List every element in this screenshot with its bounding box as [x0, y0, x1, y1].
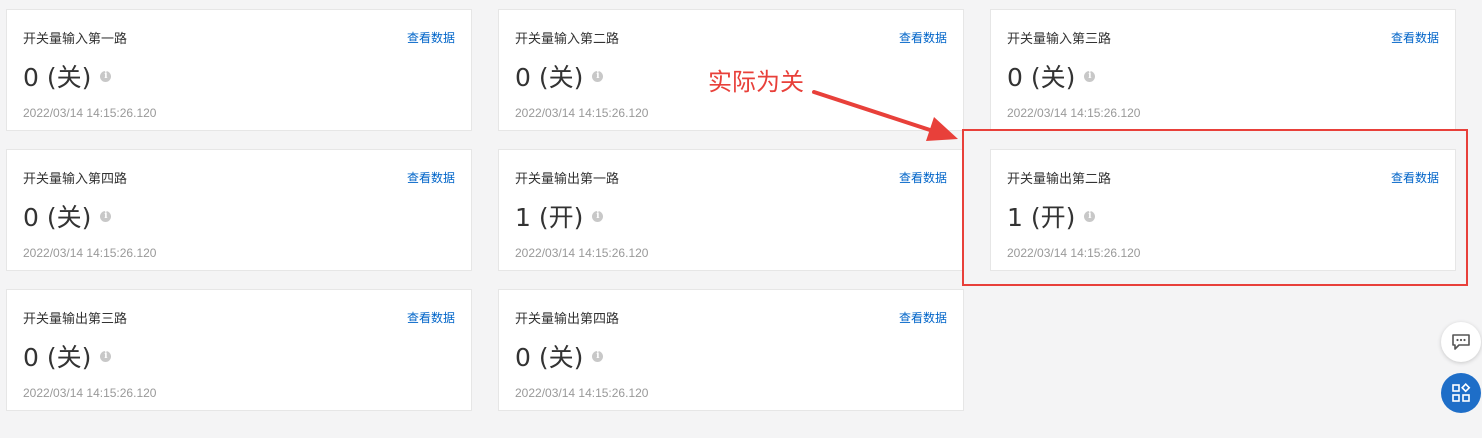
card-input-1: 开关量输入第一路 查看数据 0 (关) i 2022/03/14 14:15:2…	[6, 9, 472, 131]
card-timestamp: 2022/03/14 14:15:26.120	[515, 106, 649, 120]
value-text: 0 (关)	[23, 63, 92, 92]
card-timestamp: 2022/03/14 14:15:26.120	[23, 106, 157, 120]
highlight-box	[962, 129, 1468, 286]
info-icon[interactable]: i	[592, 210, 604, 222]
card-output-4: 开关量输出第四路 查看数据 0 (关) i 2022/03/14 14:15:2…	[498, 289, 964, 411]
info-icon[interactable]: i	[100, 350, 112, 362]
chat-button[interactable]	[1441, 322, 1481, 362]
card-title: 开关量输入第四路	[23, 172, 128, 187]
card-timestamp: 2022/03/14 14:15:26.120	[515, 246, 649, 260]
card-value: 0 (关) i	[23, 198, 112, 234]
info-icon[interactable]: i	[592, 70, 604, 82]
card-value: 0 (关) i	[515, 58, 604, 94]
apps-button[interactable]	[1441, 373, 1481, 413]
card-title: 开关量输入第二路	[515, 32, 620, 47]
value-text: 0 (关)	[1007, 63, 1076, 92]
info-icon[interactable]: i	[100, 210, 112, 222]
card-value: 1 (开) i	[515, 198, 604, 234]
value-text: 0 (关)	[515, 63, 584, 92]
card-timestamp: 2022/03/14 14:15:26.120	[23, 246, 157, 260]
apps-icon	[1452, 383, 1471, 402]
info-icon[interactable]: i	[592, 350, 604, 362]
card-value: 0 (关) i	[23, 338, 112, 374]
view-data-link[interactable]: 查看数据	[899, 169, 947, 186]
view-data-link[interactable]: 查看数据	[1391, 29, 1439, 46]
card-value: 0 (关) i	[23, 58, 112, 94]
chat-icon	[1452, 334, 1470, 350]
view-data-link[interactable]: 查看数据	[407, 29, 455, 46]
card-output-3: 开关量输出第三路 查看数据 0 (关) i 2022/03/14 14:15:2…	[6, 289, 472, 411]
value-text: 1 (开)	[515, 203, 584, 232]
card-timestamp: 2022/03/14 14:15:26.120	[23, 386, 157, 400]
card-timestamp: 2022/03/14 14:15:26.120	[515, 386, 649, 400]
view-data-link[interactable]: 查看数据	[899, 29, 947, 46]
card-value: 0 (关) i	[515, 338, 604, 374]
card-timestamp: 2022/03/14 14:15:26.120	[1007, 106, 1141, 120]
dashboard: 开关量输入第一路 查看数据 0 (关) i 2022/03/14 14:15:2…	[0, 0, 1482, 438]
card-input-3: 开关量输入第三路 查看数据 0 (关) i 2022/03/14 14:15:2…	[990, 9, 1456, 131]
view-data-link[interactable]: 查看数据	[407, 309, 455, 326]
card-title: 开关量输出第四路	[515, 312, 620, 327]
info-icon[interactable]: i	[1084, 70, 1096, 82]
card-title: 开关量输入第三路	[1007, 32, 1112, 47]
card-title: 开关量输出第一路	[515, 172, 620, 187]
annotation-text: 实际为关	[708, 68, 804, 96]
info-icon[interactable]: i	[100, 70, 112, 82]
value-text: 0 (关)	[23, 203, 92, 232]
view-data-link[interactable]: 查看数据	[899, 309, 947, 326]
card-value: 0 (关) i	[1007, 58, 1096, 94]
view-data-link[interactable]: 查看数据	[407, 169, 455, 186]
value-text: 0 (关)	[515, 343, 584, 372]
value-text: 0 (关)	[23, 343, 92, 372]
card-input-4: 开关量输入第四路 查看数据 0 (关) i 2022/03/14 14:15:2…	[6, 149, 472, 271]
card-output-1: 开关量输出第一路 查看数据 1 (开) i 2022/03/14 14:15:2…	[498, 149, 964, 271]
card-title: 开关量输出第三路	[23, 312, 128, 327]
card-title: 开关量输入第一路	[23, 32, 128, 47]
